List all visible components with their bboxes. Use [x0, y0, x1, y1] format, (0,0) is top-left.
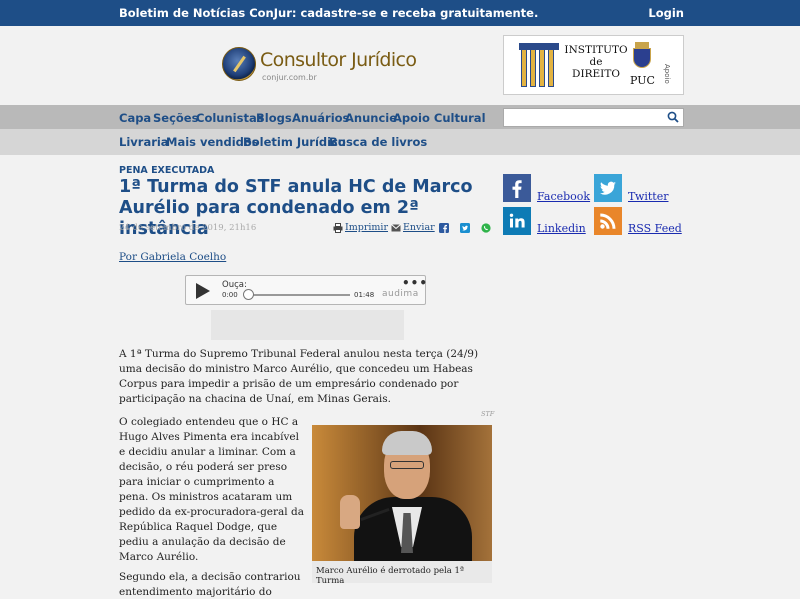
player-progress-handle[interactable]: [243, 289, 254, 300]
photo-credit: STF: [481, 410, 495, 418]
secondary-nav: Livraria Mais vendidos Boletim Jurídico …: [0, 129, 800, 155]
nav-anuncie[interactable]: Anuncie: [345, 111, 397, 125]
rss-icon[interactable]: [594, 207, 622, 235]
nav-blogs[interactable]: Blogs: [256, 111, 292, 125]
facebook-share-icon[interactable]: [439, 223, 449, 233]
twitter-icon[interactable]: [594, 174, 622, 202]
player-label: Ouça:: [222, 280, 247, 290]
facebook-link[interactable]: Facebook: [537, 190, 590, 203]
newsletter-link[interactable]: Boletim de Notícias ConJur: cadastre-se …: [119, 6, 538, 20]
play-icon[interactable]: [196, 283, 210, 299]
article-date: 24 de setembro de 2019, 21h16: [119, 223, 257, 233]
print-icon[interactable]: [333, 223, 343, 233]
author-link[interactable]: Por Gabriela Coelho: [119, 251, 226, 263]
sponsor-name: INSTITUTO de DIREITO: [564, 44, 628, 80]
sponsor-puc: PUC: [630, 74, 655, 87]
article-paragraph: O colegiado entendeu que o HC a Hugo Alv…: [119, 416, 304, 563]
top-bar: Boletim de Notícias ConJur: cadastre-se …: [0, 0, 800, 26]
article-kicker: PENA EXECUTADA: [119, 165, 215, 176]
player-brand: audima: [382, 289, 419, 299]
logo-seal-icon: [222, 47, 256, 81]
audio-player: Ouça: 0:00 01:48 ••• audima: [185, 275, 428, 305]
nav-secoes[interactable]: Seções: [153, 111, 198, 125]
columns-icon: [519, 43, 559, 87]
player-time-end: 01:48: [354, 291, 375, 299]
article-paragraph: Segundo ela, a decisão contrariou entend…: [119, 571, 301, 598]
photo-caption: Marco Aurélio é derrotado pela 1ª Turma: [312, 561, 492, 586]
twitter-link[interactable]: Twitter: [628, 190, 669, 203]
nav-anuarios[interactable]: Anuários: [292, 111, 349, 125]
email-icon[interactable]: [391, 223, 401, 233]
article-paragraph: A 1ª Turma do Supremo Tribunal Federal a…: [119, 348, 479, 405]
nav-capa[interactable]: Capa: [119, 111, 151, 125]
player-time-start: 0:00: [222, 291, 238, 299]
login-link[interactable]: Login: [648, 6, 684, 20]
logo-url: conjur.com.br: [262, 73, 317, 82]
article-photo: [312, 425, 492, 561]
facebook-icon[interactable]: [503, 174, 531, 202]
ad-placeholder: [211, 310, 404, 340]
twitter-share-icon[interactable]: [460, 223, 470, 233]
nav-apoio-cultural[interactable]: Apoio Cultural: [393, 111, 486, 125]
linkedin-link[interactable]: Linkedin: [537, 222, 586, 235]
print-link[interactable]: Imprimir: [345, 222, 388, 233]
nav-colunistas[interactable]: Colunistas: [196, 111, 264, 125]
crest-icon: [629, 42, 655, 72]
logo-name: Consultor Jurídico: [260, 49, 417, 71]
linkedin-icon[interactable]: [503, 207, 531, 235]
nav-livraria[interactable]: Livraria: [119, 135, 169, 149]
whatsapp-share-icon[interactable]: [481, 223, 491, 233]
nav-busca-de-livros[interactable]: Busca de livros: [329, 135, 427, 149]
search-box: [503, 108, 684, 127]
search-input[interactable]: [504, 109, 664, 126]
rss-feed-link[interactable]: RSS Feed: [628, 222, 682, 235]
search-icon[interactable]: [667, 111, 679, 123]
sponsor-apoio-label: Apoio: [663, 64, 671, 84]
player-progress-track[interactable]: [248, 294, 350, 296]
sponsor-banner[interactable]: INSTITUTO de DIREITO PUC Apoio: [503, 35, 684, 95]
site-logo[interactable]: Consultor Jurídico conjur.com.br: [222, 45, 417, 85]
more-options-icon[interactable]: •••: [402, 276, 428, 290]
send-link[interactable]: Enviar: [403, 222, 435, 233]
